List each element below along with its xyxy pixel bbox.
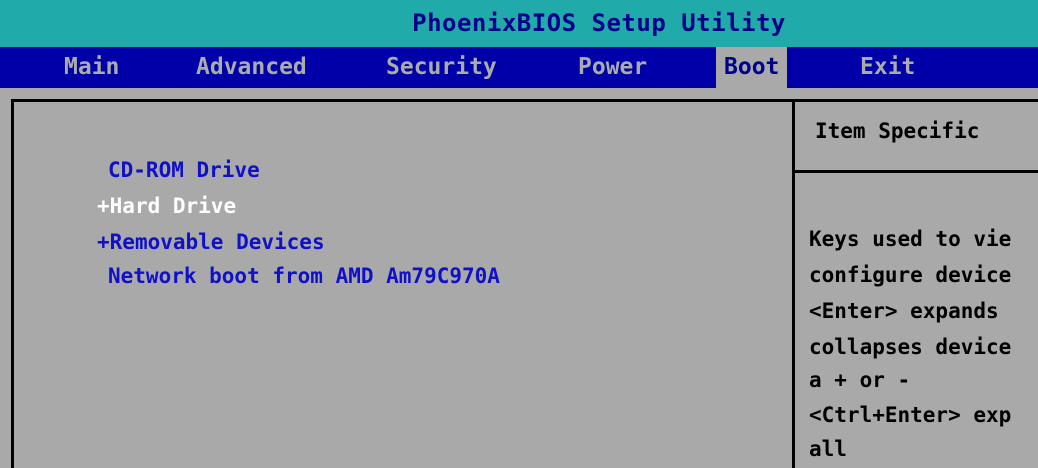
menu-advanced[interactable]: Advanced <box>196 47 307 88</box>
menu-security[interactable]: Security <box>386 47 497 88</box>
menu-main[interactable]: Main <box>64 47 119 88</box>
menu-exit[interactable]: Exit <box>860 47 915 88</box>
help-divider <box>795 170 1038 173</box>
boot-item-network[interactable]: Network boot from AMD Am79C970A <box>108 264 500 288</box>
boot-item-removable[interactable]: +Removable Devices <box>97 230 325 254</box>
expand-icon: + <box>97 230 110 254</box>
help-line: <Enter> expands <box>809 299 999 323</box>
help-line: Keys used to vie <box>809 227 1012 251</box>
help-line: collapses device <box>809 335 1012 359</box>
boot-item-label: Removable Devices <box>109 230 325 254</box>
help-line: <Ctrl+Enter> exp <box>809 403 1012 427</box>
title-bar: PhoenixBIOS Setup Utility <box>0 0 1038 47</box>
boot-item-label: Hard Drive <box>109 194 237 218</box>
menu-boot[interactable]: Boot <box>716 47 788 88</box>
boot-item-label: CD-ROM Drive <box>108 158 260 182</box>
panel-divider-vertical <box>792 102 795 468</box>
help-title: Item Specific <box>815 119 980 143</box>
menu-power[interactable]: Power <box>578 47 647 88</box>
expand-icon: + <box>97 194 110 218</box>
boot-item-hard-drive[interactable]: +Hard Drive <box>97 194 236 218</box>
help-line: configure device <box>809 263 1012 287</box>
menu-bar: Main Advanced Security Power Boot Exit <box>0 47 1038 88</box>
boot-item-label: Network boot from AMD Am79C970A <box>108 264 500 288</box>
window-title: PhoenixBIOS Setup Utility <box>412 9 786 37</box>
help-line: all <box>809 437 847 461</box>
boot-item-cdrom[interactable]: CD-ROM Drive <box>108 158 260 182</box>
help-line: a + or - <box>809 368 911 392</box>
